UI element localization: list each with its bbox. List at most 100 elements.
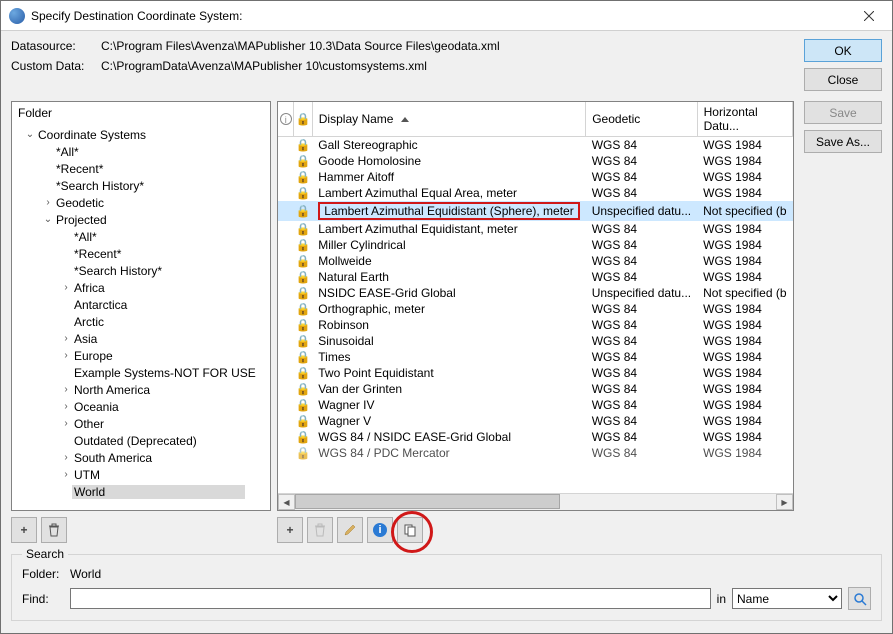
systems-grid[interactable]: i 🔒 Display Name Geodetic Horizontal Dat… xyxy=(278,102,793,493)
folder-tree[interactable]: ⌄Coordinate Systems*All**Recent**Search … xyxy=(12,124,270,510)
cell-geodetic: WGS 84 xyxy=(586,153,697,169)
system-edit-button[interactable] xyxy=(337,517,363,543)
close-button[interactable]: Close xyxy=(804,68,882,91)
lock-icon: 🔒 xyxy=(296,254,311,268)
tree-item[interactable]: ⌄Coordinate Systems xyxy=(16,126,266,143)
save-button[interactable]: Save xyxy=(804,101,882,124)
table-row[interactable]: 🔒Orthographic, meterWGS 84WGS 1984 xyxy=(278,301,793,317)
table-row[interactable]: 🔒WGS 84 / NSIDC EASE-Grid GlobalWGS 84WG… xyxy=(278,429,793,445)
cell-geodetic: WGS 84 xyxy=(586,365,697,381)
tree-item[interactable]: Example Systems-NOT FOR USE xyxy=(16,364,266,381)
col-geodetic[interactable]: Geodetic xyxy=(586,102,697,137)
trash-icon xyxy=(313,523,327,537)
tree-item[interactable]: ›UTM xyxy=(16,466,266,483)
table-row[interactable]: 🔒TimesWGS 84WGS 1984 xyxy=(278,349,793,365)
chevron-down-icon: ⌄ xyxy=(24,129,36,140)
col-lock[interactable]: 🔒 xyxy=(294,102,312,137)
cell-geodetic: WGS 84 xyxy=(586,169,697,185)
cell-hdatum: WGS 1984 xyxy=(697,381,792,397)
saveas-button[interactable]: Save As... xyxy=(804,130,882,153)
horizontal-scrollbar[interactable]: ◀ ▶ xyxy=(278,493,793,510)
search-by-select[interactable]: Name xyxy=(732,588,842,609)
cell-hdatum: WGS 1984 xyxy=(697,317,792,333)
table-row[interactable]: 🔒Wagner VWGS 84WGS 1984 xyxy=(278,413,793,429)
tree-item[interactable]: *Search History* xyxy=(16,177,266,194)
system-info-button[interactable]: i xyxy=(367,517,393,543)
tree-item[interactable]: ⌄Projected xyxy=(16,211,266,228)
table-row[interactable]: 🔒RobinsonWGS 84WGS 1984 xyxy=(278,317,793,333)
cell-geodetic: WGS 84 xyxy=(586,269,697,285)
titlebar: Specify Destination Coordinate System: xyxy=(1,1,892,31)
table-row[interactable]: 🔒Lambert Azimuthal Equidistant, meterWGS… xyxy=(278,221,793,237)
table-row[interactable]: 🔒Wagner IVWGS 84WGS 1984 xyxy=(278,397,793,413)
tree-item[interactable]: ›Geodetic xyxy=(16,194,266,211)
tree-item[interactable]: ›Europe xyxy=(16,347,266,364)
folder-delete-button[interactable] xyxy=(41,517,67,543)
lock-icon: 🔒 xyxy=(296,430,311,444)
table-row[interactable]: 🔒MollweideWGS 84WGS 1984 xyxy=(278,253,793,269)
system-delete-button[interactable] xyxy=(307,517,333,543)
tree-item[interactable]: World xyxy=(16,483,266,500)
lock-icon: 🔒 xyxy=(296,222,311,236)
tree-item[interactable]: ›Other xyxy=(16,415,266,432)
table-row[interactable]: 🔒Hammer AitoffWGS 84WGS 1984 xyxy=(278,169,793,185)
table-row[interactable]: 🔒Two Point EquidistantWGS 84WGS 1984 xyxy=(278,365,793,381)
tree-item[interactable]: Outdated (Deprecated) xyxy=(16,432,266,449)
cell-geodetic: WGS 84 xyxy=(586,413,697,429)
tree-item[interactable]: *Recent* xyxy=(16,245,266,262)
tree-item-label: Geodetic xyxy=(54,196,106,210)
cell-display-name: Two Point Equidistant xyxy=(312,365,585,381)
datasource-label: Datasource: xyxy=(11,39,101,53)
col-display-name[interactable]: Display Name xyxy=(312,102,585,137)
folder-add-button[interactable]: + xyxy=(11,517,37,543)
tree-item[interactable]: ›Asia xyxy=(16,330,266,347)
tree-item[interactable]: Arctic xyxy=(16,313,266,330)
tree-item[interactable]: ›Africa xyxy=(16,279,266,296)
chevron-right-icon: › xyxy=(60,282,72,293)
table-row[interactable]: 🔒Miller CylindricalWGS 84WGS 1984 xyxy=(278,237,793,253)
lock-icon: 🔒 xyxy=(296,366,311,380)
tree-item[interactable]: *Recent* xyxy=(16,160,266,177)
cell-geodetic: WGS 84 xyxy=(586,137,697,154)
tree-item-label: Arctic xyxy=(72,315,106,329)
table-row[interactable]: 🔒Natural EarthWGS 84WGS 1984 xyxy=(278,269,793,285)
window-close-button[interactable] xyxy=(846,1,892,31)
tree-item[interactable]: ›Oceania xyxy=(16,398,266,415)
system-copy-button[interactable] xyxy=(397,517,423,543)
cell-geodetic: WGS 84 xyxy=(586,253,697,269)
tree-item[interactable]: Antarctica xyxy=(16,296,266,313)
tree-item[interactable]: ›South America xyxy=(16,449,266,466)
search-folder-value: World xyxy=(70,567,101,581)
tree-item-label: Antarctica xyxy=(72,298,129,312)
trash-icon xyxy=(47,523,61,537)
tree-item[interactable]: *All* xyxy=(16,228,266,245)
scroll-left[interactable]: ◀ xyxy=(278,494,295,510)
table-row[interactable]: 🔒Lambert Azimuthal Equidistant (Sphere),… xyxy=(278,201,793,221)
chevron-right-icon: › xyxy=(60,350,72,361)
tree-item[interactable]: *Search History* xyxy=(16,262,266,279)
tree-item[interactable]: *All* xyxy=(16,143,266,160)
cell-hdatum: WGS 1984 xyxy=(697,445,792,461)
tree-item[interactable]: ›North America xyxy=(16,381,266,398)
tree-item-label: Example Systems-NOT FOR USE xyxy=(72,366,258,380)
table-row[interactable]: 🔒Gall StereographicWGS 84WGS 1984 xyxy=(278,137,793,154)
scroll-right[interactable]: ▶ xyxy=(776,494,793,510)
info-icon: i xyxy=(373,523,387,537)
table-row[interactable]: 🔒Lambert Azimuthal Equal Area, meterWGS … xyxy=(278,185,793,201)
col-info[interactable]: i xyxy=(278,102,294,137)
tree-item-label: Africa xyxy=(72,281,107,295)
table-row[interactable]: 🔒WGS 84 / PDC MercatorWGS 84WGS 1984 xyxy=(278,445,793,461)
tree-item-label: *Search History* xyxy=(72,264,164,278)
lock-icon: 🔒 xyxy=(296,446,311,460)
find-input[interactable] xyxy=(70,588,711,609)
table-row[interactable]: 🔒NSIDC EASE-Grid GlobalUnspecified datu.… xyxy=(278,285,793,301)
search-go-button[interactable] xyxy=(848,587,871,610)
table-row[interactable]: 🔒Van der GrintenWGS 84WGS 1984 xyxy=(278,381,793,397)
system-add-button[interactable]: + xyxy=(277,517,303,543)
table-row[interactable]: 🔒Goode HomolosineWGS 84WGS 1984 xyxy=(278,153,793,169)
table-row[interactable]: 🔒SinusoidalWGS 84WGS 1984 xyxy=(278,333,793,349)
col-hdatum[interactable]: Horizontal Datu... xyxy=(697,102,792,137)
ok-button[interactable]: OK xyxy=(804,39,882,62)
cell-display-name: Goode Homolosine xyxy=(312,153,585,169)
lock-icon: 🔒 xyxy=(296,414,311,428)
